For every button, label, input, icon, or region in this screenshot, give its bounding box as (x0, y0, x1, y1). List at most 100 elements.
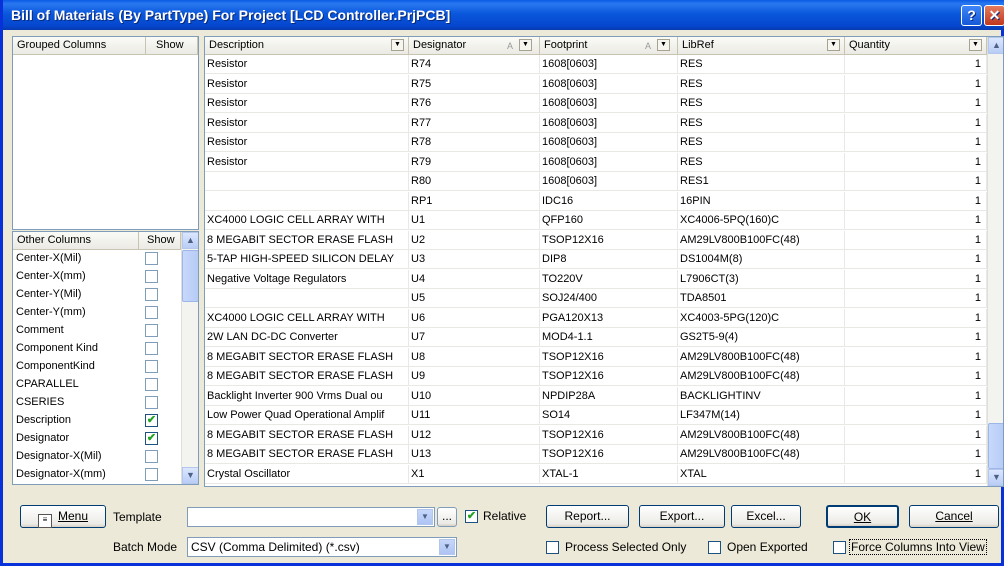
bom-grid-scrollbar[interactable]: ▲ ▼ (987, 37, 1003, 486)
scroll-down-icon[interactable]: ▼ (182, 467, 198, 484)
other-column-item[interactable]: Designator ✔ (13, 430, 175, 446)
other-column-item[interactable]: Center-X(Mil) (13, 250, 175, 266)
table-row[interactable]: 5-TAP HIGH-SPEED SILICON DELAY U3 DIP8 DS10… (205, 250, 987, 269)
show-checkbox[interactable]: ✔ (145, 414, 158, 427)
show-checkbox[interactable] (145, 450, 158, 463)
other-column-item[interactable]: Designator-X(mm) (13, 466, 175, 482)
dropdown-arrow-icon[interactable]: ▼ (391, 39, 404, 51)
other-columns-scrollbar[interactable]: ▲ ▼ (181, 232, 198, 484)
report-button[interactable]: Report... (546, 505, 629, 528)
show-checkbox[interactable] (145, 324, 158, 337)
table-row[interactable]: Negative Voltage Regulators U4 TO220V L7906… (205, 269, 987, 289)
process-selected-checkbox[interactable] (546, 541, 559, 554)
other-columns-panel[interactable]: Other Columns Show Center-X(Mil) Center-X… (12, 231, 199, 485)
show-checkbox[interactable] (145, 306, 158, 319)
table-row[interactable]: XC4000 LOGIC CELL ARRAY WITH U6 PGA120X13 X… (205, 308, 987, 328)
other-column-item[interactable]: Description ✔ (13, 412, 175, 428)
other-column-item[interactable]: Comment (13, 322, 175, 338)
table-row[interactable]: U5 SOJ24/400 TDA8501 1 (205, 289, 987, 308)
scroll-up-icon[interactable]: ▲ (988, 37, 1003, 54)
dropdown-arrow-icon[interactable]: ▼ (417, 509, 433, 525)
table-row[interactable]: R80 1608[0603] RES1 1 (205, 172, 987, 191)
table-row[interactable]: XC4000 LOGIC CELL ARRAY WITH U1 QFP160 XC40… (205, 211, 987, 230)
other-columns-header[interactable]: Other Columns (13, 232, 139, 250)
other-show-header[interactable]: Show (139, 232, 181, 250)
table-row[interactable]: 2W LAN DC-DC Converter U7 MOD4-1.1 GS2T5-9(… (205, 328, 987, 347)
other-column-item[interactable]: Designator-X(Mil) (13, 448, 175, 464)
scroll-down-icon[interactable]: ▼ (988, 469, 1003, 486)
export-button[interactable]: Export... (639, 505, 725, 528)
table-row[interactable]: RP1 IDC16 16PIN 1 (205, 191, 987, 211)
dropdown-arrow-icon[interactable]: ▼ (969, 39, 982, 51)
close-button[interactable]: ✕ (984, 5, 1004, 26)
table-row[interactable]: 8 MEGABIT SECTOR ERASE FLASH U2 TSOP12X16 A… (205, 230, 987, 250)
dropdown-arrow-icon[interactable]: ▼ (439, 539, 455, 555)
show-checkbox[interactable]: ✔ (145, 432, 158, 445)
column-header-quantity[interactable]: Quantity ▼ (845, 37, 987, 55)
column-header-footprint[interactable]: Footprint A ▼ (540, 37, 678, 55)
grouped-columns-panel[interactable]: Grouped Columns Show (12, 36, 199, 230)
table-row[interactable]: Resistor R75 1608[0603] RES 1 (205, 74, 987, 94)
table-row[interactable]: Crystal Oscillator X1 XTAL-1 XTAL 1 (205, 464, 987, 484)
window-title: Bill of Materials (By PartType) For Proj… (11, 7, 451, 23)
grouped-columns-header[interactable]: Grouped Columns (13, 37, 146, 55)
menu-button[interactable]: ≡ Menu (20, 505, 106, 528)
open-exported-checkbox[interactable] (708, 541, 721, 554)
relative-checkbox[interactable]: ✔ (465, 510, 478, 523)
other-column-item[interactable]: CSERIES (13, 394, 175, 410)
table-row[interactable]: 8 MEGABIT SECTOR ERASE FLASH U8 TSOP12X16 A… (205, 347, 987, 367)
show-checkbox[interactable] (145, 378, 158, 391)
dropdown-arrow-icon[interactable]: ▼ (827, 39, 840, 51)
cancel-button[interactable]: Cancel (909, 505, 999, 528)
cell-quantity: 1 (845, 289, 987, 307)
cell-quantity: 1 (845, 464, 987, 483)
sort-icon[interactable]: A (507, 38, 513, 54)
column-header-libref[interactable]: LibRef ▼ (678, 37, 845, 55)
bom-dialog: Bill of Materials (By PartType) For Proj… (0, 0, 1004, 566)
table-row[interactable]: Resistor R76 1608[0603] RES 1 (205, 94, 987, 113)
cell-quantity: 1 (845, 308, 987, 327)
column-header-designator[interactable]: Designator A ▼ (409, 37, 540, 55)
cell-quantity: 1 (845, 211, 987, 229)
table-row[interactable]: Resistor R74 1608[0603] RES 1 (205, 55, 987, 74)
excel-button[interactable]: Excel... (731, 505, 801, 528)
other-column-item[interactable]: ComponentKind (13, 358, 175, 374)
other-column-item[interactable]: Center-Y(Mil) (13, 286, 175, 302)
table-row[interactable]: 8 MEGABIT SECTOR ERASE FLASH U12 TSOP12X16… (205, 425, 987, 445)
show-checkbox[interactable] (145, 252, 158, 265)
cell-quantity: 1 (845, 328, 987, 346)
show-checkbox[interactable] (145, 468, 158, 481)
help-button[interactable]: ? (961, 5, 982, 26)
ok-button[interactable]: OK (826, 505, 899, 528)
table-row[interactable]: Backlight Inverter 900 Vrms Dual ou U10 NP… (205, 386, 987, 406)
scroll-thumb[interactable] (988, 423, 1003, 469)
dropdown-arrow-icon[interactable]: ▼ (657, 39, 670, 51)
show-checkbox[interactable] (145, 288, 158, 301)
dropdown-arrow-icon[interactable]: ▼ (519, 39, 532, 51)
scroll-up-icon[interactable]: ▲ (182, 232, 198, 249)
title-bar[interactable]: Bill of Materials (By PartType) For Proj… (3, 0, 1004, 30)
table-row[interactable]: Resistor R79 1608[0603] RES 1 (205, 152, 987, 172)
table-row[interactable]: Resistor R78 1608[0603] RES 1 (205, 133, 987, 152)
sort-icon[interactable]: A (645, 38, 651, 54)
show-checkbox[interactable] (145, 360, 158, 373)
table-row[interactable]: Low Power Quad Operational Amplif U11 SO14… (205, 406, 987, 425)
batch-mode-combo[interactable]: CSV (Comma Delimited) (*.csv) ▼ (187, 537, 457, 557)
grouped-show-header[interactable]: Show (146, 37, 198, 55)
other-column-item[interactable]: Center-Y(mm) (13, 304, 175, 320)
show-checkbox[interactable] (145, 270, 158, 283)
show-checkbox[interactable] (145, 396, 158, 409)
table-row[interactable]: Resistor R77 1608[0603] RES 1 (205, 113, 987, 133)
other-column-item[interactable]: Component Kind (13, 340, 175, 356)
force-columns-checkbox[interactable] (833, 541, 846, 554)
table-row[interactable]: 8 MEGABIT SECTOR ERASE FLASH U9 TSOP12X16 A… (205, 367, 987, 386)
other-column-item[interactable]: CPARALLEL (13, 376, 175, 392)
template-combo[interactable]: ▼ (187, 507, 435, 527)
scroll-thumb[interactable] (182, 250, 198, 302)
show-checkbox[interactable] (145, 342, 158, 355)
table-row[interactable]: 8 MEGABIT SECTOR ERASE FLASH U13 TSOP12X16… (205, 445, 987, 464)
browse-template-button[interactable]: ... (437, 507, 457, 527)
column-header-description[interactable]: Description ▼ (205, 37, 409, 55)
other-column-item[interactable]: Center-X(mm) (13, 268, 175, 284)
bom-grid[interactable]: Description ▼ Designator A ▼ Footprint A ▼ LibRe… (204, 36, 1004, 487)
